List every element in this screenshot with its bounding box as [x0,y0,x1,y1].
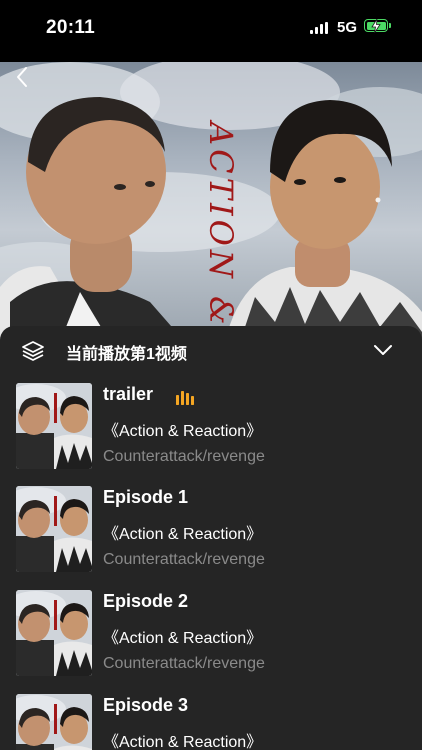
playlist-header: 当前播放第1视频 [0,326,422,376]
episode-item[interactable]: Episode 3《Action & Reaction》Counterattac… [0,694,422,750]
episode-show-name: 《Action & Reaction》 [103,630,263,647]
status-bar: 20:11 5G [0,0,422,62]
status-time: 20:11 [46,17,96,38]
video-player[interactable]: ACTION & RE [0,62,422,342]
episode-genre: Counterattack/revenge [103,448,265,465]
episode-thumbnail [16,694,92,750]
episode-title: Episode 2 [103,591,189,611]
now-playing-icon [176,391,194,405]
screen: 20:11 5G ACTION & RE 当前播放第1视频 trailer 《A… [0,0,422,750]
episode-title: Episode 3 [103,695,189,715]
layers-icon [22,341,44,361]
cellular-signal-icon [310,22,328,34]
episode-show-name: 《Action & Reaction》 [103,423,263,440]
back-arrow-icon[interactable] [8,62,38,92]
network-type: 5G [337,19,358,36]
episode-genre: Counterattack/revenge [103,655,265,672]
chevron-down-icon[interactable] [372,340,394,360]
playlist-sheet: 当前播放第1视频 trailer 《Action & Reaction》 Count… [0,326,422,750]
episode-genre: Counterattack/revenge [103,551,265,568]
episode-thumbnail [16,383,92,469]
poster-title: ACTION & RE [202,119,240,342]
episode-thumbnail [16,590,92,676]
episode-title: Episode 1 [103,487,189,507]
episode-thumbnail [16,486,92,572]
episode-item[interactable]: Episode 1 《Action & Reaction》 Counterattac… [0,486,422,576]
video-frame: ACTION & RE [0,62,422,342]
episode-title: trailer [103,384,154,404]
episode-show-name: 《Action & Reaction》 [103,526,263,543]
episode-item[interactable]: Episode 2 《Action & Reaction》 Counterattac… [0,590,422,680]
playlist-title: 当前播放第1视频 [66,346,187,363]
episode-show-name: 《Action & Reaction》 [103,734,263,750]
episode-item[interactable]: trailer 《Action & Reaction》 Counterattack/… [0,383,422,473]
battery-charging-icon [364,19,391,33]
